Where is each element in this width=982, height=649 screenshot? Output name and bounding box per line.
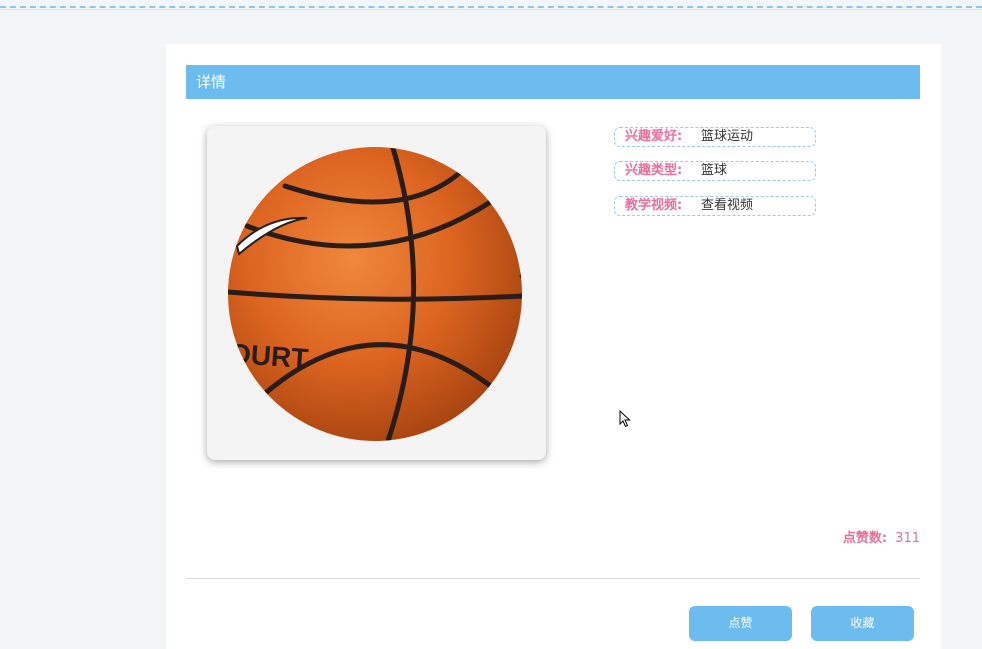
- basketball-image: OURT: [228, 147, 522, 441]
- field-type-value: 篮球: [701, 163, 728, 178]
- field-type-label: 兴趣类型:: [625, 163, 683, 178]
- section-header: 详情: [186, 65, 920, 99]
- field-video: 教学视频: 查看视频: [614, 196, 816, 216]
- top-dashed-border: [0, 6, 982, 10]
- field-type: 兴趣类型: 篮球: [614, 161, 816, 181]
- divider: [186, 578, 920, 579]
- like-button[interactable]: 点赞: [689, 606, 792, 641]
- like-count: 点赞数: 311: [843, 527, 920, 546]
- field-hobby-label: 兴趣爱好:: [625, 129, 683, 144]
- section-title: 详情: [196, 73, 227, 91]
- field-hobby: 兴趣爱好: 篮球运动: [614, 127, 816, 147]
- favorite-button[interactable]: 收藏: [811, 606, 914, 641]
- mouse-cursor-icon: [619, 410, 631, 428]
- like-count-value: 311: [895, 531, 920, 546]
- detail-panel: 详情 OURT 兴趣爱好: 篮球运动 兴趣类型: 篮球 教学视频: 查看视频 点…: [166, 44, 941, 649]
- product-image-card: OURT: [207, 126, 546, 460]
- ball-brand-text: OURT: [228, 338, 309, 374]
- field-video-label: 教学视频:: [625, 198, 683, 213]
- field-hobby-value: 篮球运动: [701, 129, 754, 144]
- view-video-link[interactable]: 查看视频: [701, 197, 753, 215]
- like-count-label: 点赞数:: [842, 531, 888, 546]
